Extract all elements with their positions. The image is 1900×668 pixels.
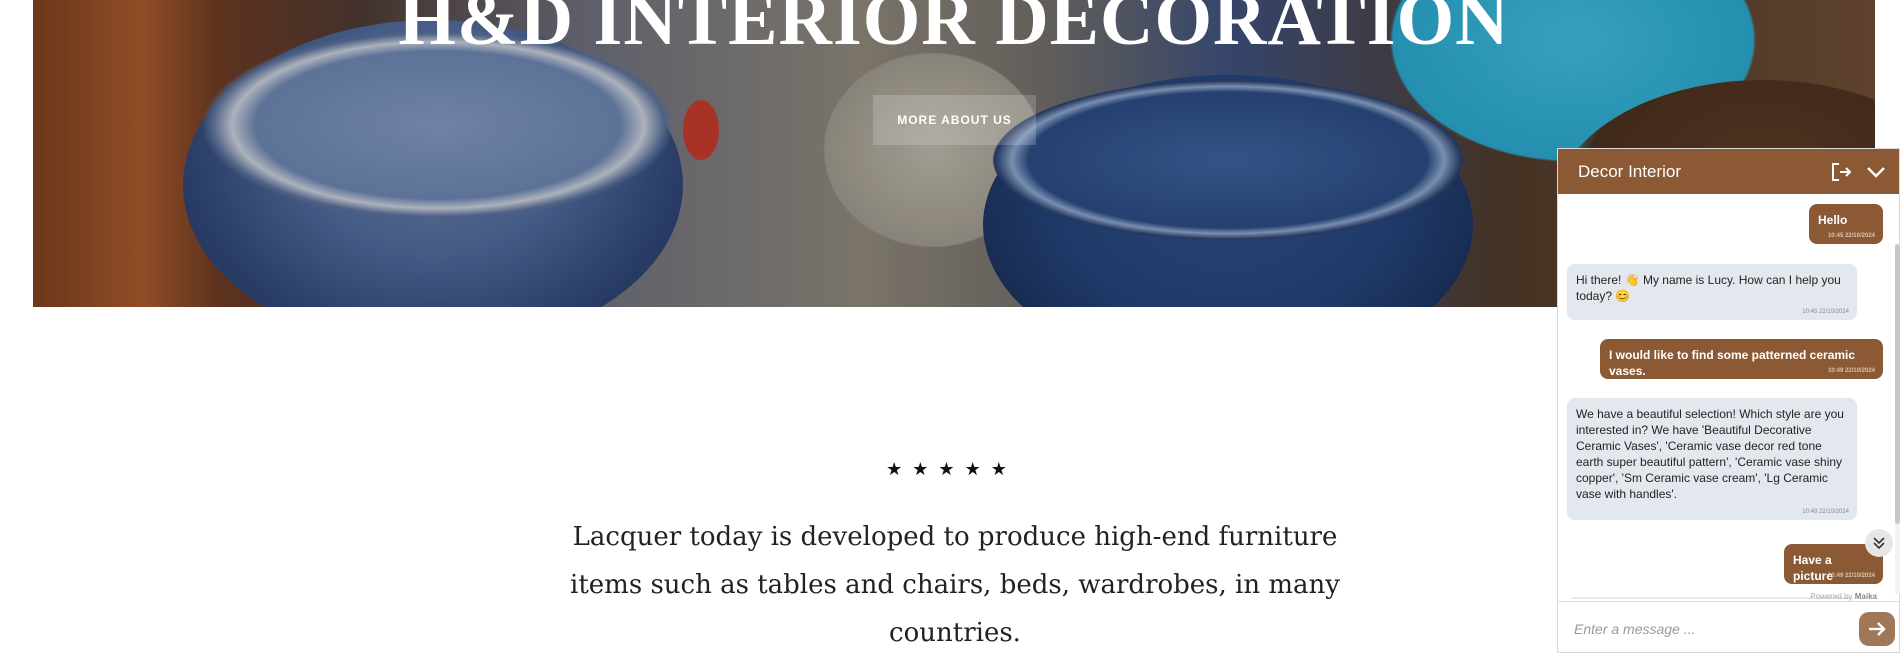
message-bot: Hi there! 👋 My name is Lucy. How can I h… (1567, 264, 1857, 320)
message-user: Hello 10:45 22/10/2024 (1809, 204, 1883, 244)
powered-by-brand[interactable]: Maika (1855, 592, 1877, 601)
more-about-us-button[interactable]: MORE ABOUT US (873, 95, 1036, 145)
message-text: We have a beautiful selection! Which sty… (1576, 407, 1844, 501)
chat-composer (1558, 601, 1900, 654)
powered-by-prefix: Powered by (1810, 592, 1853, 601)
double-chevron-down-icon (1873, 537, 1885, 550)
exit-icon[interactable] (1830, 161, 1852, 183)
chat-widget: Decor Interior Hello 10:45 22/10/2024 Hi… (1557, 148, 1900, 653)
message-bot: We have a beautiful selection! Which sty… (1567, 398, 1857, 520)
chat-title: Decor Interior (1578, 161, 1681, 181)
chat-header: Decor Interior (1558, 149, 1899, 194)
message-user: I would like to find some patterned cera… (1600, 339, 1883, 379)
powered-by: Powered by Maika (1810, 592, 1877, 601)
arrow-right-icon (1869, 622, 1886, 636)
message-timestamp: 10:49 22/10/2024 (1802, 509, 1849, 515)
testimonial-quote: Lacquer today is developed to produce hi… (570, 522, 1340, 648)
message-text: Hi there! 👋 My name is Lucy. How can I h… (1576, 273, 1841, 303)
message-input[interactable] (1574, 617, 1844, 641)
message-timestamp: 10:45 22/10/2024 (1802, 309, 1849, 315)
message-text: I would like to find some patterned cera… (1609, 348, 1856, 378)
hero-title: H&D INTERIOR DECORATION (398, 0, 1510, 61)
message-timestamp: 10:45 22/10/2024 (1827, 233, 1875, 239)
message-timestamp: 10:49 22/10/2024 (1827, 573, 1875, 579)
scroll-to-bottom-button[interactable] (1865, 529, 1893, 557)
send-button[interactable] (1859, 612, 1895, 646)
chevron-down-icon[interactable] (1865, 161, 1887, 183)
chat-scrollbar-thumb[interactable] (1895, 244, 1900, 524)
message-text: Hello (1818, 213, 1848, 227)
chat-messages[interactable]: Hello 10:45 22/10/2024 Hi there! 👋 My na… (1558, 194, 1900, 599)
message-timestamp: 10:49 22/10/2024 (1827, 368, 1875, 374)
